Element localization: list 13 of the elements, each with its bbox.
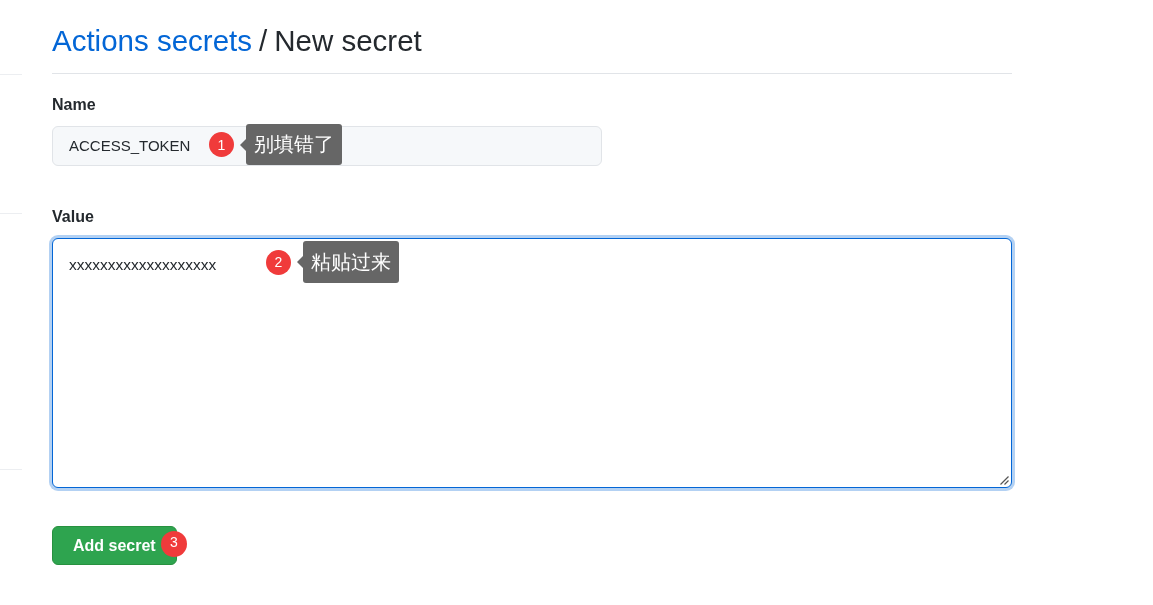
field-label: Value — [52, 207, 94, 227]
page-title: New secret — [274, 23, 422, 59]
field-label: Name — [52, 95, 96, 115]
step-marker: 1 — [209, 132, 234, 157]
step-marker: 3 — [161, 531, 187, 557]
breadcrumb-separator: / — [259, 23, 268, 59]
resize-handle-icon[interactable] — [1000, 476, 1009, 485]
annotation-tooltip: 粘贴过来 — [303, 241, 399, 283]
tooltip-pointer-icon — [297, 256, 303, 268]
annotation-tooltip: 别填错了 — [246, 124, 342, 165]
secret-name-field[interactable]: ACCESS_TOKEN 1 别填错了 — [52, 126, 602, 166]
tooltip-pointer-icon — [240, 138, 246, 151]
breadcrumb-link[interactable]: Actions secrets — [52, 20, 253, 62]
